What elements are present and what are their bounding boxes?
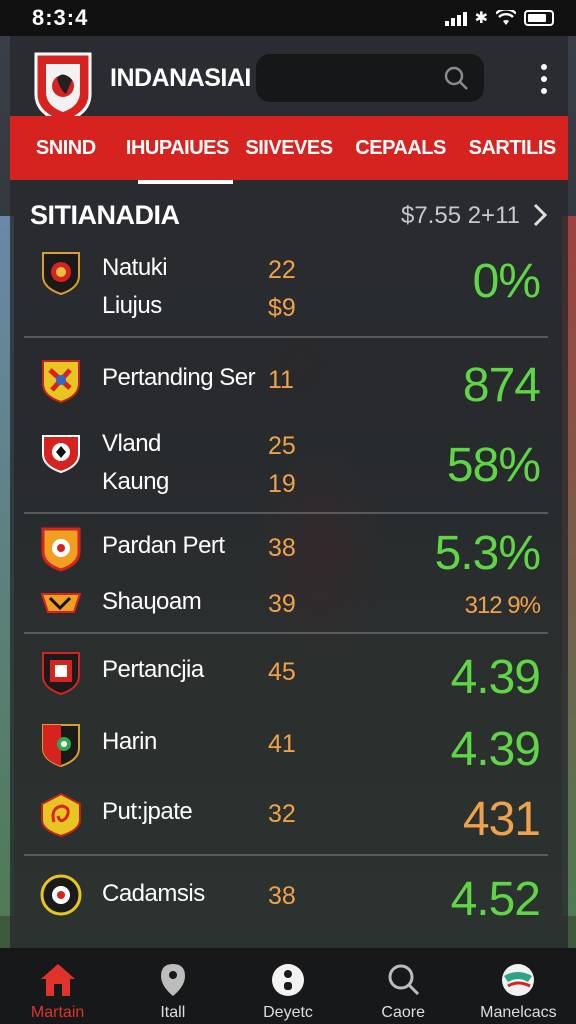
team-name: Vland	[102, 430, 161, 457]
list-item[interactable]: Harin 41 4.39	[10, 722, 568, 776]
team-name: Shaɥoam	[102, 588, 202, 615]
ball-icon	[272, 964, 304, 996]
team-crest-icon	[40, 874, 82, 916]
nav-globe[interactable]: Manelcacs	[461, 948, 576, 1024]
search-input[interactable]	[272, 64, 432, 92]
team-value: 431	[462, 793, 541, 846]
team-crest-icon	[42, 652, 80, 696]
team-name: Pertancjia	[102, 656, 204, 683]
team-crest-icon	[41, 792, 81, 838]
list-item[interactable]: Pertancjia 45 4.39	[10, 650, 568, 704]
search-icon	[388, 964, 420, 996]
bluetooth-icon: ✱	[474, 10, 488, 27]
bottom-nav: Martain Itall Deyetc Caore Manelcacs	[0, 948, 576, 1024]
app-header: INDANASIAI	[10, 36, 568, 124]
tab-cepaals[interactable]: CEPAALS	[345, 116, 457, 180]
section-title: SITIANADIA	[30, 200, 180, 230]
chevron-right-icon[interactable]	[530, 202, 550, 228]
nav-ball[interactable]: Deyetc	[230, 948, 345, 1024]
list-item[interactable]: Liujus $9	[10, 292, 568, 332]
tab-sartilis[interactable]: SARTILIS	[456, 116, 568, 180]
team-crest-icon	[42, 360, 80, 404]
tab-snind[interactable]: SNIND	[10, 116, 122, 180]
team-name: Liujus	[102, 292, 162, 319]
wifi-icon	[496, 10, 516, 25]
list-item[interactable]: Kaung 19	[10, 468, 568, 508]
team-value: 4.39	[450, 651, 541, 704]
divider	[24, 336, 548, 338]
team-name: Cadamsis	[102, 880, 205, 907]
list-item[interactable]: Natuki 22 0%	[10, 250, 568, 308]
team-stat: 39	[268, 590, 296, 618]
team-stat: 32	[268, 800, 296, 828]
nav-label: Itall	[160, 1004, 186, 1021]
tab-siiveves[interactable]: SIIVEVES	[233, 116, 345, 180]
team-name: Harin	[102, 728, 157, 755]
more-options-icon[interactable]	[538, 64, 550, 94]
team-stat: 38	[268, 534, 296, 562]
nav-label: Martain	[30, 1004, 85, 1021]
tab-bar: SNIND IHUPAIUES SIIVEVES CEPAALS SARTILI…	[10, 116, 568, 184]
nav-label: Manelcacs	[480, 1004, 557, 1021]
team-stat: 19	[268, 470, 296, 498]
team-stat: 22	[268, 256, 296, 284]
team-crest-icon	[42, 252, 80, 296]
list-item[interactable]: Vland 25 58%	[10, 430, 568, 492]
globe-icon	[502, 964, 535, 996]
location-pin-icon	[160, 964, 185, 996]
nav-search[interactable]: Caore	[346, 948, 461, 1024]
team-value: 4.39	[450, 723, 541, 776]
team-value: 312 9%	[464, 592, 541, 619]
search-icon[interactable]	[442, 64, 470, 92]
team-stat: 45	[268, 658, 296, 686]
nav-home[interactable]: Martain	[0, 948, 115, 1024]
club-logo-icon[interactable]	[32, 50, 94, 124]
section-meta: $7.55 2+11	[400, 202, 520, 229]
team-name: Kaung	[102, 468, 169, 495]
divider	[24, 854, 548, 856]
status-bar: 8:3:4 ✱	[0, 0, 576, 36]
team-stat: $9	[268, 294, 296, 322]
nav-label: Caore	[381, 1004, 425, 1021]
team-crest-icon	[42, 724, 80, 768]
team-stat: 38	[268, 882, 296, 910]
team-crest-icon	[40, 593, 82, 613]
team-value: 874	[462, 359, 541, 412]
battery-icon	[524, 10, 554, 26]
team-name: Pardan Pert	[102, 532, 225, 559]
team-stat: 11	[268, 366, 294, 394]
app-title: INDANASIAI	[110, 64, 251, 92]
divider	[24, 512, 548, 514]
team-name: Pertanding Ser	[102, 364, 256, 391]
section-header[interactable]: SITIANADIA $7.55 2+11	[10, 196, 568, 236]
nav-label: Deyetc	[263, 1004, 313, 1021]
list-item[interactable]: Pertanding Ser 11 874	[10, 358, 568, 412]
search-bar[interactable]	[256, 54, 484, 102]
team-stat: 41	[268, 730, 296, 758]
list-item[interactable]: Put:jpate 32 431	[10, 792, 568, 846]
signal-icon	[444, 10, 467, 26]
list-item[interactable]: Shaɥoam 39 312 9%	[10, 586, 568, 626]
main-panel: INDANASIAI SNIND IHUPAIUES SIIVEVES CEPA…	[10, 36, 568, 948]
team-value: 5.3%	[434, 527, 541, 580]
team-value: 4.52	[450, 873, 541, 926]
tab-ihupaiues[interactable]: IHUPAIUES	[122, 116, 234, 184]
status-time: 8:3:4	[32, 5, 89, 30]
divider	[24, 632, 548, 634]
team-crest-icon	[41, 527, 81, 572]
status-icons: ✱	[444, 8, 554, 28]
home-icon	[40, 964, 75, 996]
team-name: Put:jpate	[102, 798, 193, 825]
list-item[interactable]: Pardan Pert 38 5.3%	[10, 526, 568, 580]
team-stat: 25	[268, 432, 296, 460]
team-name: Natuki	[102, 254, 168, 281]
nav-location[interactable]: Itall	[115, 948, 230, 1024]
list-item[interactable]: Cadamsis 38 4.52	[10, 872, 568, 926]
